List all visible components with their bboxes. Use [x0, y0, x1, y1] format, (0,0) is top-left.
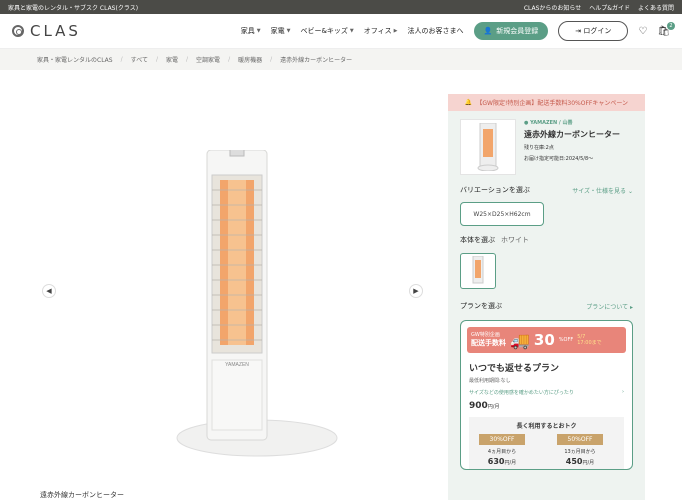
faq-link[interactable]: よくある質問 [638, 3, 674, 12]
breadcrumb-item[interactable]: 家電 [166, 55, 178, 64]
deal-30off: 30%OFF 4ヵ月目から 630円/月 [479, 434, 525, 466]
heater-image: YAMAZEN [176, 150, 338, 457]
top-bar: 家具と家電のレンタル・サブスク CLAS(クラス) CLASからのお知らせ ヘル… [0, 0, 682, 14]
color-label: 本体を選ぶ [460, 236, 495, 244]
logo-text: CLAS [30, 22, 81, 40]
product-panel: 🔔 【GW限定!特別企画】配送手数料30%OFFキャンペーン ● YAMAZEN… [448, 94, 645, 500]
logo-mark-icon [12, 25, 24, 37]
deal-50off: 50%OFF 13ヵ月目から 450円/月 [557, 434, 603, 466]
nav-appliances[interactable]: 家電 ▼ [271, 26, 291, 36]
chevron-down-icon: ▼ [349, 28, 354, 34]
heater-label: YAMAZEN [225, 362, 249, 368]
product-caption: 遠赤外線カーボンヒーター [40, 491, 124, 499]
heart-icon[interactable]: ♡ [638, 26, 647, 37]
site-tagline: 家具と家電のレンタル・サブスク CLAS(クラス) [8, 4, 139, 12]
campaign-banner: GW特別企画 配送手数料 🚚 30 %OFF 5/7 17:00まで [467, 327, 626, 353]
brand-link[interactable]: ● YAMAZEN / 山善 [524, 119, 620, 126]
chevron-right-icon: ▶ [413, 287, 419, 295]
plan-label: プランを選ぶ [460, 302, 502, 310]
gallery-prev-button[interactable]: ◀ [42, 284, 56, 298]
breadcrumb: 家具・家電レンタルのCLAS / すべて / 家電 / 空調家電 / 暖房機器 / 遠赤外… [0, 49, 682, 70]
plan-min-period: 最低利用期間:なし [469, 378, 511, 384]
header: CLAS 家具 ▼ 家電 ▼ ベビー&キッズ ▼ オフィス ▶ 法人のお客さまへ 👤 新規… [0, 14, 682, 49]
delivery-date: お届け指定可能日:2024/5/8〜 [524, 156, 594, 162]
help-link[interactable]: ヘルプ&ガイド [589, 3, 630, 12]
plan-title: いつでも返せるプラン [469, 364, 560, 374]
main-nav: 家具 ▼ 家電 ▼ ベビー&キッズ ▼ オフィス ▶ 法人のお客さまへ 👤 新規会員登録 … [241, 21, 675, 41]
gallery-next-button[interactable]: ▶ [409, 284, 423, 298]
variation-option[interactable]: W25×D25×H62cm [460, 202, 544, 226]
nav-furniture[interactable]: 家具 ▼ [241, 26, 261, 36]
long-term-deals: 長く利用するとおトク 30%OFF 4ヵ月目から 630円/月 50%OFF 1… [469, 417, 624, 469]
breadcrumb-item[interactable]: 空調家電 [196, 55, 220, 64]
stock-text: 残り在庫:2点 [524, 145, 554, 151]
campaign-percent: 30 [533, 331, 555, 349]
logo[interactable]: CLAS [12, 22, 81, 40]
truck-icon: 🚚 [510, 330, 530, 350]
user-add-icon: 👤 [483, 27, 493, 35]
plan-note: サイズなどの使用感を確かめたい方にぴったり › [469, 389, 624, 396]
breadcrumb-item[interactable]: 暖房機器 [238, 55, 262, 64]
chevron-left-icon: ◀ [46, 287, 52, 295]
register-button[interactable]: 👤 新規会員登録 [473, 22, 549, 40]
color-value: ホワイト [501, 236, 529, 244]
chevron-down-icon: ▼ [256, 28, 261, 34]
chevron-down-icon: ⌄ [626, 187, 633, 195]
color-swatch-white[interactable] [460, 253, 496, 289]
campaign-date: 5/7 17:00まで [577, 333, 602, 347]
cart-icon[interactable]: 🛍 2 [657, 21, 675, 37]
plan-card[interactable]: GW特別企画 配送手数料 🚚 30 %OFF 5/7 17:00まで いつでも返… [460, 320, 633, 470]
nav-office[interactable]: オフィス ▶ [364, 26, 398, 36]
product-thumbnail [460, 119, 516, 175]
breadcrumb-current: 遠赤外線カーボンヒーター [280, 57, 353, 64]
product-gallery: ◀ ▶ YAMAZEN 遠赤外線カーボンヒーター [37, 70, 433, 500]
chevron-right-icon: ▸ [628, 303, 633, 311]
chevron-down-icon: ▼ [286, 28, 291, 34]
login-button[interactable]: ⇥ ログイン [558, 21, 629, 41]
nav-corporate[interactable]: 法人のお客さまへ [408, 26, 464, 36]
cart-badge: 2 [667, 21, 675, 30]
news-link[interactable]: CLASからのお知らせ [524, 3, 581, 12]
bell-icon: 🔔 [464, 99, 473, 106]
chevron-right-icon: › [622, 389, 624, 395]
size-spec-link[interactable]: サイズ・仕様を見る ⌄ [572, 186, 633, 195]
promo-banner[interactable]: 🔔 【GW限定!特別企画】配送手数料30%OFFキャンペーン [448, 94, 645, 111]
breadcrumb-item[interactable]: 家具・家電レンタルのCLAS [37, 55, 113, 64]
chevron-right-icon: ▶ [393, 28, 398, 34]
variation-label: バリエーションを選ぶ [460, 186, 530, 194]
product-name: 遠赤外線カーボンヒーター [524, 130, 620, 139]
plan-price: 900円/月 [469, 401, 500, 411]
breadcrumb-item[interactable]: すべて [131, 55, 148, 64]
plan-info-link[interactable]: プランについて ▸ [586, 302, 633, 311]
nav-baby-kids[interactable]: ベビー&キッズ ▼ [300, 26, 353, 36]
